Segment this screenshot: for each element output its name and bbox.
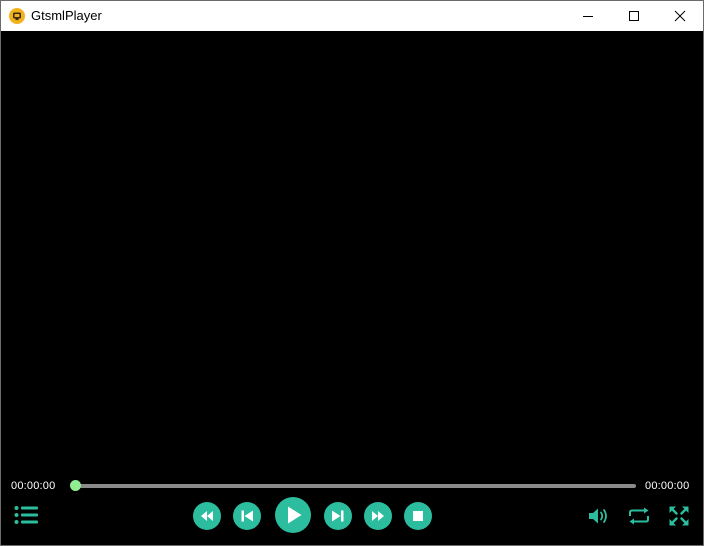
fullscreen-icon <box>669 506 689 526</box>
volume-icon <box>589 508 607 524</box>
previous-button[interactable] <box>233 502 261 530</box>
stop-icon <box>413 511 423 521</box>
player-window: GtsmlPlayer 00:00:00 00:00:00 <box>0 0 704 546</box>
app-logo-icon <box>9 8 25 24</box>
progress-handle[interactable] <box>70 480 81 491</box>
title-bar[interactable]: GtsmlPlayer <box>1 1 703 31</box>
play-icon <box>288 506 302 524</box>
fullscreen-button[interactable] <box>668 505 690 527</box>
next-button[interactable] <box>324 502 352 530</box>
video-display[interactable] <box>1 31 703 469</box>
skip-previous-icon <box>241 510 253 522</box>
rewind-icon <box>201 511 213 521</box>
progress-slider[interactable] <box>70 480 636 491</box>
volume-button[interactable] <box>587 505 611 527</box>
window-title: GtsmlPlayer <box>31 8 102 23</box>
list-icon <box>14 506 38 524</box>
close-button[interactable] <box>657 1 703 31</box>
fast-forward-button[interactable] <box>364 502 392 530</box>
playlist-button[interactable] <box>13 504 39 526</box>
minimize-icon <box>583 16 593 17</box>
play-button[interactable] <box>275 497 311 533</box>
loop-button[interactable] <box>627 505 651 527</box>
total-time: 00:00:00 <box>645 480 690 492</box>
fast-forward-icon <box>372 511 384 521</box>
skip-next-icon <box>332 510 344 522</box>
stop-button[interactable] <box>404 502 432 530</box>
maximize-icon <box>629 11 639 21</box>
current-time: 00:00:00 <box>11 480 56 492</box>
rewind-button[interactable] <box>193 502 221 530</box>
maximize-button[interactable] <box>611 1 657 31</box>
minimize-button[interactable] <box>565 1 611 31</box>
repeat-icon <box>629 507 649 525</box>
close-icon <box>674 10 686 22</box>
